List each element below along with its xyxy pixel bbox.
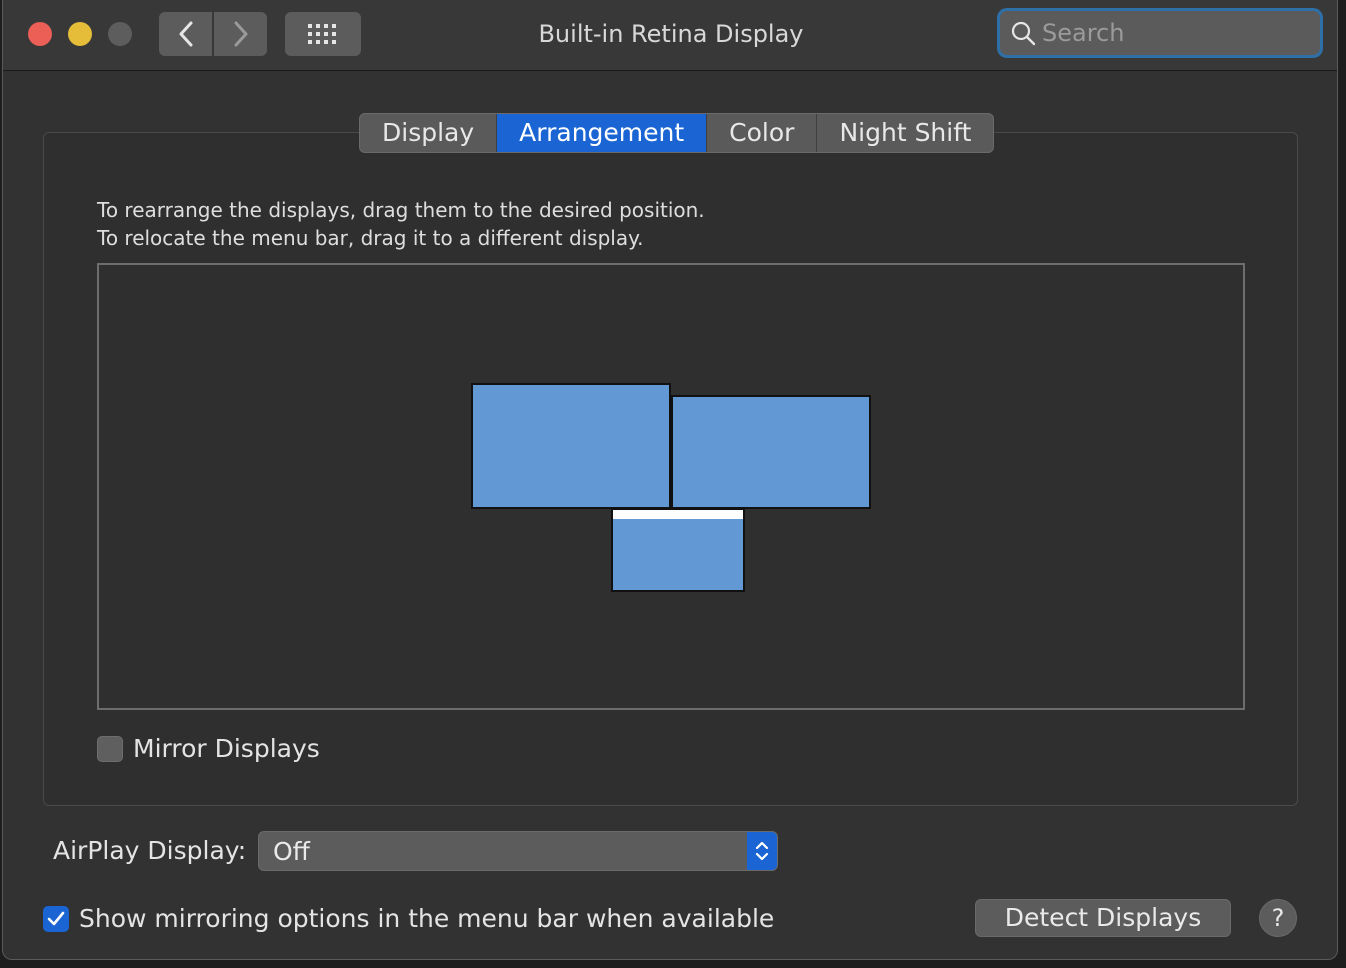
select-arrows-icon [747,832,777,870]
chevron-left-icon [179,21,192,47]
search-field[interactable] [997,8,1323,58]
zoom-window-button[interactable] [108,22,132,46]
tab-color[interactable]: Color [707,114,818,152]
display-main-built-in[interactable] [611,508,745,592]
back-button[interactable] [159,12,212,56]
show-all-button[interactable] [285,12,361,56]
minimize-window-button[interactable] [68,22,92,46]
window-title: Built-in Retina Display [538,20,804,48]
help-button[interactable]: ? [1259,899,1297,937]
display-arrangement-area [97,263,1245,710]
preferences-window: Built-in Retina Display Display Arrangem… [2,0,1338,960]
instruction-line-1: To rearrange the displays, drag them to … [97,198,705,222]
mirror-displays-row[interactable]: Mirror Displays [97,734,320,763]
close-window-button[interactable] [28,22,52,46]
tab-arrangement[interactable]: Arrangement [497,114,708,152]
mirror-displays-label: Mirror Displays [133,734,320,763]
show-mirroring-label: Show mirroring options in the menu bar w… [79,904,775,933]
search-icon [1011,21,1036,46]
menu-bar-indicator[interactable] [613,510,743,519]
grid-icon [308,24,336,44]
tab-bar: Display Arrangement Color Night Shift [359,113,995,153]
display-right[interactable] [671,395,871,509]
mirror-displays-checkbox[interactable] [97,735,123,762]
instruction-line-2: To relocate the menu bar, drag it to a d… [97,226,644,250]
forward-button[interactable] [214,12,267,56]
show-mirroring-row[interactable]: Show mirroring options in the menu bar w… [43,904,774,933]
display-left[interactable] [471,383,671,509]
tab-night-shift[interactable]: Night Shift [817,114,993,152]
show-mirroring-checkbox[interactable] [43,905,69,932]
airplay-display-label: AirPlay Display: [53,836,247,865]
airplay-display-select[interactable]: Off [258,831,778,871]
checkmark-icon [47,911,65,925]
title-bar[interactable]: Built-in Retina Display [3,0,1337,71]
search-box[interactable] [1000,11,1320,55]
search-input[interactable] [1040,18,1304,48]
tab-display[interactable]: Display [360,114,498,152]
arrangement-instructions: To rearrange the displays, drag them to … [97,196,705,252]
chevron-right-icon [234,21,247,47]
detect-displays-button[interactable]: Detect Displays [975,899,1231,937]
airplay-selected-value: Off [273,836,310,866]
